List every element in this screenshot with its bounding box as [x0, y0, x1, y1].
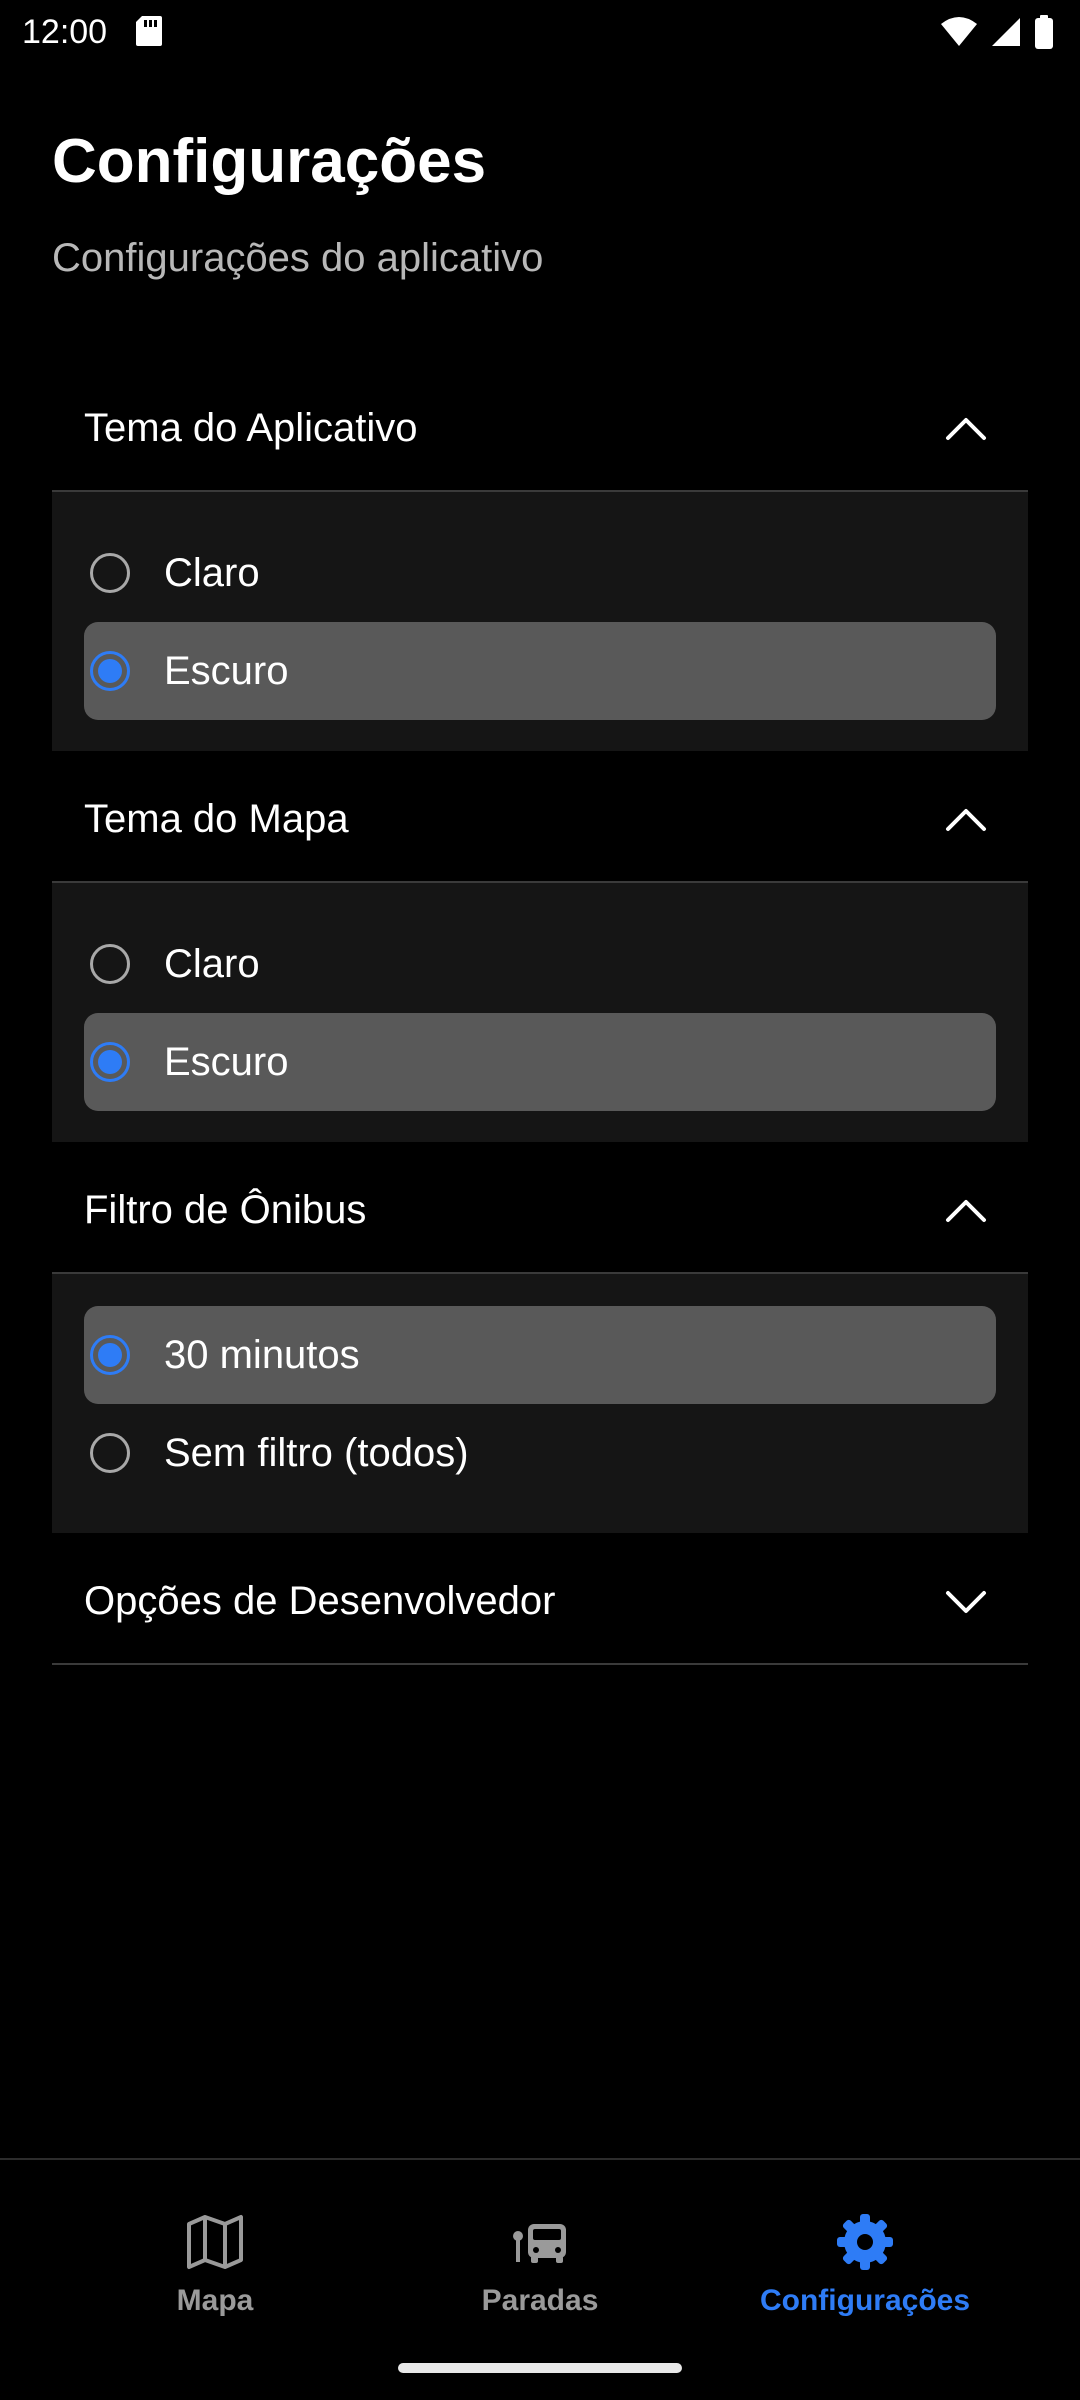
section-title: Tema do Aplicativo: [84, 406, 418, 450]
option-app-theme-escuro[interactable]: Escuro: [84, 622, 996, 720]
home-indicator[interactable]: [398, 2363, 682, 2373]
section-developer-options-header[interactable]: Opções de Desenvolvedor: [52, 1539, 1028, 1665]
option-label: Escuro: [164, 1040, 289, 1084]
section-app-theme-header[interactable]: Tema do Aplicativo: [52, 366, 1028, 492]
radio-button-selected[interactable]: [90, 1335, 130, 1375]
radio-button[interactable]: [90, 553, 130, 593]
option-map-theme-escuro[interactable]: Escuro: [84, 1013, 996, 1111]
section-bus-filter-options: 30 minutos Sem filtro (todos): [52, 1274, 1028, 1533]
option-filter-30-min[interactable]: 30 minutos: [84, 1306, 996, 1404]
radio-button-selected[interactable]: [90, 1042, 130, 1082]
chevron-up-icon[interactable]: [942, 795, 990, 843]
status-bar: 12:00: [0, 0, 1080, 64]
section-app-theme: Tema do Aplicativo Claro Escuro: [52, 366, 1028, 751]
section-bus-filter-header[interactable]: Filtro de Ônibus: [52, 1148, 1028, 1274]
option-label: Sem filtro (todos): [164, 1431, 469, 1475]
chevron-down-icon[interactable]: [942, 1577, 990, 1625]
section-map-theme-options: Claro Escuro: [52, 883, 1028, 1142]
map-icon: [187, 2215, 243, 2269]
chevron-up-icon[interactable]: [942, 1186, 990, 1234]
option-label: 30 minutos: [164, 1333, 360, 1377]
wifi-icon: [941, 17, 977, 46]
chevron-up-icon[interactable]: [942, 404, 990, 452]
option-app-theme-claro[interactable]: Claro: [84, 524, 996, 622]
section-developer-options: Opções de Desenvolvedor: [52, 1539, 1028, 1665]
radio-button[interactable]: [90, 1433, 130, 1473]
gear-icon: [837, 2214, 893, 2270]
nav-item-mapa[interactable]: Mapa: [35, 2210, 395, 2350]
nav-label: Configurações: [759, 2284, 971, 2317]
settings-screen: 12:00 Configurações Configurações do apl…: [0, 0, 1080, 2400]
section-bus-filter: Filtro de Ônibus 30 minutos Sem filtro (…: [52, 1148, 1028, 1533]
battery-icon: [1035, 15, 1053, 49]
signal-icon: [992, 18, 1020, 46]
section-title: Opções de Desenvolvedor: [84, 1579, 556, 1623]
page-subtitle: Configurações do aplicativo: [52, 236, 544, 280]
radio-button-selected[interactable]: [90, 651, 130, 691]
nav-item-configuracoes[interactable]: Configurações: [685, 2210, 1045, 2350]
option-label: Claro: [164, 942, 260, 986]
option-label: Escuro: [164, 649, 289, 693]
bus-stop-icon: [513, 2224, 566, 2263]
status-icons: [940, 14, 1054, 50]
section-map-theme: Tema do Mapa Claro Escuro: [52, 757, 1028, 1142]
page-title: Configurações: [52, 127, 487, 196]
option-label: Claro: [164, 551, 260, 595]
radio-button[interactable]: [90, 944, 130, 984]
nav-label: Paradas: [481, 2284, 599, 2317]
status-time: 12:00: [22, 13, 108, 51]
sd-card-icon: [136, 16, 162, 46]
option-filter-none[interactable]: Sem filtro (todos): [84, 1404, 996, 1502]
nav-label: Mapa: [176, 2284, 254, 2317]
section-app-theme-options: Claro Escuro: [52, 492, 1028, 751]
option-map-theme-claro[interactable]: Claro: [84, 915, 996, 1013]
section-map-theme-header[interactable]: Tema do Mapa: [52, 757, 1028, 883]
nav-item-paradas[interactable]: Paradas: [360, 2210, 720, 2350]
section-title: Tema do Mapa: [84, 797, 349, 841]
section-title: Filtro de Ônibus: [84, 1188, 367, 1232]
